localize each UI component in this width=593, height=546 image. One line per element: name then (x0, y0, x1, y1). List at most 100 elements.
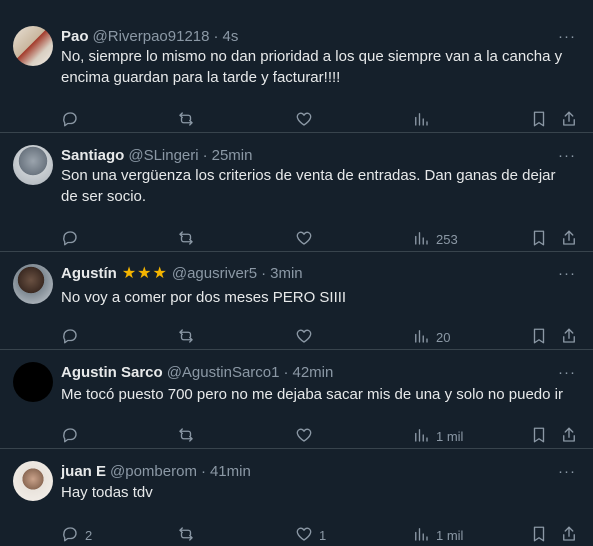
tweet-text: Hay todas tdv (61, 484, 153, 501)
tweet[interactable]: juan E @pomberom · 41min ··· Hay todas t… (0, 449, 593, 545)
tweet[interactable]: Agustín ★★★ @agusriver5 · 3min ··· No vo… (0, 252, 593, 350)
separator-dot: · (213, 27, 219, 45)
bookmark-button[interactable] (530, 229, 548, 249)
tweet-actions: 2 1 1 mil (0, 525, 593, 545)
share-icon (560, 110, 578, 131)
share-icon (560, 327, 578, 348)
retweet-button[interactable] (177, 229, 201, 249)
tweet[interactable]: Santiago @SLingeri · 25min ··· Son una v… (0, 133, 593, 252)
more-options-icon[interactable]: ··· (557, 362, 577, 382)
view-count: 1 mil (436, 428, 464, 444)
reply-button[interactable]: 2 (61, 525, 92, 545)
bookmark-button[interactable] (530, 426, 548, 446)
retweet-button[interactable] (177, 110, 201, 130)
view-count: 253 (436, 231, 458, 247)
views-button[interactable]: 1 mil (412, 426, 463, 446)
user-handle[interactable]: @agusriver5 (172, 265, 257, 282)
reply-icon (61, 426, 79, 447)
tweet-header: Agustín ★★★ @agusriver5 · 3min (61, 263, 303, 283)
bookmark-button[interactable] (530, 525, 548, 545)
bookmark-button[interactable] (530, 327, 548, 347)
like-button[interactable] (295, 229, 319, 249)
bookmark-icon (530, 525, 548, 546)
share-button[interactable] (560, 327, 578, 347)
reply-icon (61, 110, 79, 131)
user-handle[interactable]: @AgustinSarco1 (167, 364, 280, 381)
like-button[interactable] (295, 426, 319, 446)
view-count: 20 (436, 329, 451, 345)
retweet-button[interactable] (177, 327, 201, 347)
bookmark-icon (530, 327, 548, 348)
heart-icon (295, 426, 313, 447)
like-button[interactable] (295, 327, 319, 347)
tweet-header: Agustin Sarco @AgustinSarco1 · 42min (61, 362, 333, 382)
timestamp[interactable]: 3min (270, 265, 303, 282)
display-name[interactable]: juan E (61, 463, 106, 480)
reply-button[interactable] (61, 229, 85, 249)
bookmark-icon (530, 426, 548, 447)
timestamp[interactable]: 41min (210, 463, 251, 480)
timestamp[interactable]: 25min (212, 147, 253, 164)
like-button[interactable]: 1 (295, 525, 326, 545)
avatar[interactable] (13, 461, 53, 501)
more-options-icon[interactable]: ··· (557, 145, 577, 165)
views-button[interactable] (412, 110, 436, 130)
heart-icon (295, 229, 313, 250)
share-icon (560, 525, 578, 546)
views-chart-icon (412, 110, 430, 131)
display-name[interactable]: Agustin Sarco (61, 364, 163, 381)
avatar[interactable] (13, 264, 53, 304)
timestamp[interactable]: 42min (292, 364, 333, 381)
share-icon (560, 229, 578, 250)
views-chart-icon (412, 426, 430, 447)
heart-icon (295, 110, 313, 131)
reply-button[interactable] (61, 426, 85, 446)
tweet[interactable]: Pao @Riverpao91218 · 4s ··· No, siempre … (0, 13, 593, 133)
reply-count: 2 (85, 527, 93, 543)
bookmark-icon (530, 110, 548, 131)
display-name[interactable]: Agustín (61, 265, 117, 282)
views-button[interactable]: 1 mil (412, 525, 463, 545)
heart-icon (295, 525, 313, 546)
separator-dot: · (202, 146, 208, 164)
tweet-actions: 20 (0, 327, 593, 347)
timestamp[interactable]: 4s (222, 28, 238, 45)
view-count: 1 mil (436, 527, 464, 543)
tweet-text: Son una vergüenza los criterios de venta… (61, 167, 556, 205)
share-button[interactable] (560, 426, 578, 446)
share-button[interactable] (560, 525, 578, 545)
bookmark-button[interactable] (530, 110, 548, 130)
heart-icon (295, 327, 313, 348)
avatar[interactable] (13, 362, 53, 402)
tweet[interactable]: Agustin Sarco @AgustinSarco1 · 42min ···… (0, 350, 593, 449)
share-button[interactable] (560, 110, 578, 130)
retweet-icon (177, 229, 195, 250)
views-chart-icon (412, 229, 430, 250)
user-handle[interactable]: @pomberom (110, 463, 197, 480)
retweet-icon (177, 525, 195, 546)
more-options-icon[interactable]: ··· (557, 26, 577, 46)
timeline: Pao @Riverpao91218 · 4s ··· No, siempre … (0, 0, 593, 545)
tweet-header: juan E @pomberom · 41min (61, 461, 251, 481)
display-name[interactable]: Santiago (61, 147, 124, 164)
tweet-actions: 253 (0, 229, 593, 249)
reply-icon (61, 229, 79, 250)
views-button[interactable]: 253 (412, 229, 458, 249)
display-name[interactable]: Pao (61, 28, 89, 45)
more-options-icon[interactable]: ··· (557, 461, 577, 481)
avatar[interactable] (13, 145, 53, 185)
reply-button[interactable] (61, 110, 85, 130)
like-button[interactable] (295, 110, 319, 130)
reply-icon (61, 525, 79, 546)
like-count: 1 (319, 527, 327, 543)
reply-button[interactable] (61, 327, 85, 347)
share-button[interactable] (560, 229, 578, 249)
retweet-button[interactable] (177, 426, 201, 446)
user-handle[interactable]: @Riverpao91218 (93, 28, 210, 45)
retweet-button[interactable] (177, 525, 201, 545)
avatar[interactable] (13, 26, 53, 66)
views-button[interactable]: 20 (412, 327, 450, 347)
more-options-icon[interactable]: ··· (557, 263, 577, 283)
tweet-text: Me tocó puesto 700 pero no me dejaba sac… (61, 386, 563, 403)
user-handle[interactable]: @SLingeri (128, 147, 198, 164)
